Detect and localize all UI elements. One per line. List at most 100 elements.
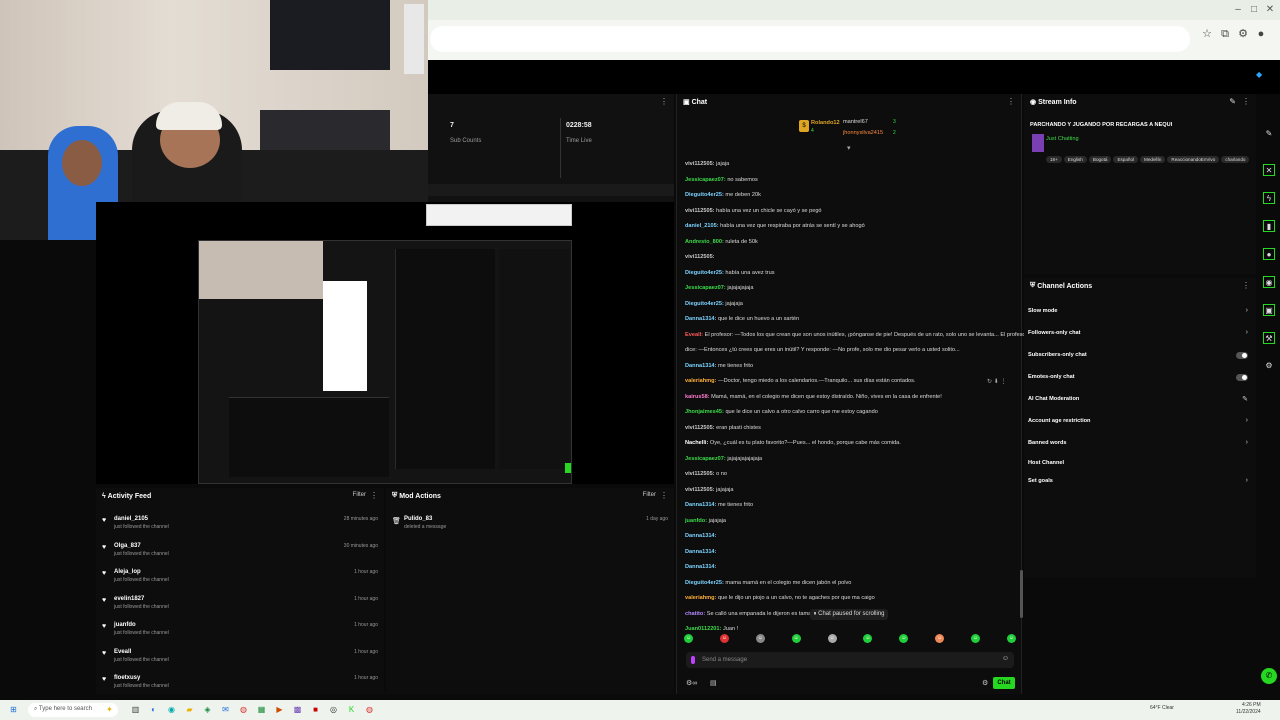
chat-message[interactable]: vivi112505:	[685, 253, 715, 261]
task-view-icon[interactable]: ▥	[130, 704, 141, 715]
chat-message-input[interactable]: Send a message ☺	[686, 652, 1014, 668]
chat-message[interactable]: Danna1314: me tienes frito	[685, 501, 753, 509]
excel-icon[interactable]: ▦	[256, 704, 267, 715]
channel-action-item[interactable]: Banned words	[1028, 440, 1067, 446]
trash-icon[interactable]: ▤	[710, 679, 717, 687]
chat-username[interactable]: vivi112505:	[685, 208, 715, 214]
browser-icon[interactable]: ◉	[166, 704, 177, 715]
powerpoint-icon[interactable]: ▶	[274, 704, 285, 715]
settings-icon[interactable]: ⚙	[1236, 27, 1250, 41]
chat-message[interactable]: Dieguito4er25: me deben 20k	[685, 191, 761, 199]
taskbar-clock[interactable]: 4:26 PM 11/22/2024	[1236, 702, 1261, 716]
weather-status[interactable]: 64°F Clear	[1150, 705, 1174, 711]
chevron-right-icon[interactable]: ›	[1246, 439, 1248, 446]
chat-username[interactable]: daniel_2105:	[685, 223, 719, 229]
emote-icon[interactable]: ☺	[719, 634, 729, 643]
channel-action-item[interactable]: Emotes-only chat	[1028, 374, 1075, 380]
profile-icon[interactable]: ●	[1254, 27, 1268, 41]
activity-item[interactable]: ♥ juanfdo just followed the channel 1 hour …	[102, 622, 378, 646]
toggle-switch[interactable]	[1236, 374, 1248, 381]
chat-options-icon[interactable]: ⋮	[1007, 97, 1015, 106]
folder-icon[interactable]: ▰	[184, 704, 195, 715]
chat-message[interactable]: Dieguito4er25: jajajaja	[685, 300, 743, 308]
emoji-icon[interactable]: ☺	[1002, 655, 1009, 662]
chat-message[interactable]: Danna1314:	[685, 563, 716, 571]
chat-username[interactable]: Andresto_800:	[685, 239, 724, 245]
more-options-icon[interactable]: ⋮	[660, 97, 668, 106]
chat-username[interactable]: Jessicapaez07:	[685, 177, 726, 183]
edge-icon[interactable]: ◐	[148, 704, 159, 715]
chat-username[interactable]: Nachelli:	[685, 440, 708, 446]
channel-action-item[interactable]: AI Chat Moderation	[1028, 396, 1079, 402]
category-name[interactable]: Just Chatting	[1046, 136, 1079, 142]
chat-username[interactable]: juanfdo:	[685, 518, 707, 524]
emote-icon[interactable]: ☺	[684, 634, 693, 643]
toggle-switch[interactable]	[1236, 352, 1248, 359]
channel-action-item[interactable]: Subscribers-only chat	[1028, 352, 1087, 358]
emote-icon[interactable]: ☺	[827, 634, 837, 643]
mod-action-item[interactable]: 🗑 Pulido_83 deleted a message 1 day ago	[392, 516, 668, 540]
chat-message[interactable]: vivi112505: jajajaja	[685, 486, 734, 494]
more-options-icon[interactable]: ⋮	[370, 491, 378, 500]
chat-username[interactable]: Dieguito4er25:	[685, 301, 724, 307]
phone-icon[interactable]: ▮	[1263, 220, 1275, 232]
chat-username[interactable]: Danna1314:	[685, 549, 716, 555]
emote-icon[interactable]: ☺	[791, 634, 801, 643]
chat-message[interactable]: Andresto_800: ruleta de 50k	[685, 238, 758, 246]
app-icon[interactable]: ◈	[202, 704, 213, 715]
chat-username[interactable]: Danna1314:	[685, 316, 716, 322]
chat-username[interactable]: Danna1314:	[685, 502, 716, 508]
channel-action-item[interactable]: Set goals	[1028, 478, 1053, 484]
address-bar[interactable]	[430, 26, 1190, 52]
chevron-right-icon[interactable]: ›	[1246, 417, 1248, 424]
activity-item[interactable]: ♥ Aleja_lop just followed the channel 1 hou…	[102, 569, 378, 593]
stream-tag[interactable]: Bogotá	[1088, 156, 1112, 163]
chat-username[interactable]: Jessicapaez07:	[685, 456, 726, 462]
channel-action-item[interactable]: Account age restriction	[1028, 418, 1090, 424]
wrench-icon[interactable]: ⚒	[1263, 332, 1275, 344]
chat-message[interactable]: Danna1314: me tienes frito	[685, 362, 753, 370]
chat-message[interactable]: Jessicapaez07: no sabemos	[685, 176, 758, 184]
chevron-down-icon[interactable]: ▾	[847, 144, 851, 152]
more-options-icon[interactable]: ⋮	[1242, 97, 1250, 106]
emote-icon[interactable]: ☺	[863, 634, 873, 643]
close-icon[interactable]: ✕	[1264, 4, 1276, 16]
chat-message[interactable]: Dieguito4er25: había una avez trus	[685, 269, 775, 277]
stream-tag[interactable]: Español	[1113, 156, 1139, 163]
chevron-right-icon[interactable]: ›	[1246, 307, 1248, 314]
category-thumbnail[interactable]	[1032, 134, 1044, 152]
activity-item[interactable]: ♥ daniel_2105 just followed the channel 28 …	[102, 516, 378, 540]
chat-username[interactable]: Dieguito4er25:	[685, 270, 724, 276]
chrome-icon[interactable]: ◍	[238, 704, 249, 715]
obs-icon[interactable]: ◎	[328, 704, 339, 715]
chat-message[interactable]: Danna1314:	[685, 532, 716, 540]
media-icon[interactable]: ■	[310, 704, 321, 715]
windows-start-icon[interactable]: ⊞	[8, 704, 19, 715]
chat-message[interactable]: vivi112505: o no	[685, 470, 727, 478]
star-icon[interactable]: ☆	[1200, 27, 1214, 41]
maximize-icon[interactable]: □	[1248, 4, 1260, 16]
emote-icon[interactable]: ☺	[971, 634, 980, 643]
extensions-icon[interactable]: ⧉	[1218, 27, 1232, 41]
channel-action-item[interactable]: Slow mode	[1028, 308, 1058, 314]
chevron-right-icon[interactable]: ›	[1246, 329, 1248, 336]
edit-icon[interactable]: ✎	[1242, 395, 1248, 403]
chat-username[interactable]: Danna1314:	[685, 564, 716, 570]
gear-icon[interactable]: ⚙	[1263, 360, 1275, 372]
minimize-icon[interactable]: –	[1232, 4, 1244, 16]
chat-message[interactable]: valeriahmg: —Doctor, tengo miedo a los c…	[685, 377, 916, 385]
channel-action-item[interactable]: Followers-only chat	[1028, 330, 1081, 336]
chat-username[interactable]: Dieguito4er25:	[685, 580, 724, 586]
emote-icon[interactable]: ☺	[899, 634, 909, 643]
activity-item[interactable]: ♥ Olga_837 just followed the channel 30 min…	[102, 543, 378, 567]
mail-icon[interactable]: ✉	[220, 704, 231, 715]
chat-message[interactable]: Jessicapaez07: jajajajajajajaja	[685, 455, 762, 463]
activity-item[interactable]: ♥ evelin1827 just followed the channel 1 ho…	[102, 596, 378, 620]
onenote-icon[interactable]: ▩	[292, 704, 303, 715]
chat-message[interactable]: kairus58: Mamá, mamá, en el colegio me d…	[685, 393, 942, 401]
support-chat-icon[interactable]: ✆	[1261, 668, 1277, 684]
top-user-name[interactable]: mantrel67	[843, 119, 868, 125]
edit-icon[interactable]: ✎	[1229, 97, 1236, 106]
chat-message[interactable]: Danna1314: que le dice un huevo a un sar…	[685, 315, 799, 323]
chat-username[interactable]: Dieguito4er25:	[685, 192, 724, 198]
